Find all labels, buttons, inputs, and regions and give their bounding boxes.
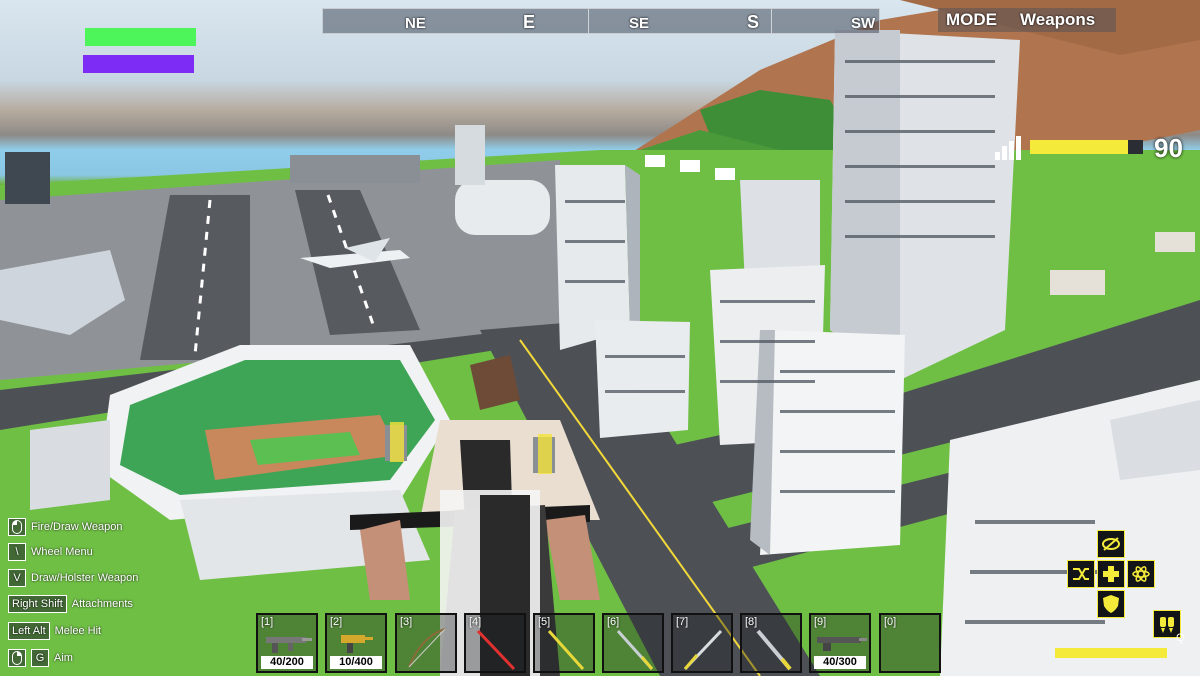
control-label: Draw/Holster Weapon — [31, 572, 139, 584]
hotbar-slot-3[interactable]: [3] — [395, 613, 457, 673]
slot-ammo: 10/400 — [330, 656, 382, 669]
mode-value: Weapons — [1020, 10, 1096, 29]
tower — [455, 125, 485, 185]
game-viewport[interactable]: NE E SE S SW MODE Weapons 90 Fire/Draw W… — [0, 0, 1200, 676]
hotbar-slot-5[interactable]: [5] — [533, 613, 595, 673]
mouse-right-icon — [8, 649, 26, 667]
control-label: Fire/Draw Weapon — [31, 521, 123, 533]
g-key: G — [31, 649, 49, 667]
hide-eye-button[interactable] — [1097, 530, 1125, 558]
hotbar-slot-0[interactable]: [0] — [879, 613, 941, 673]
yellow-sword-icon — [547, 629, 585, 671]
compass-marker: SE — [629, 15, 650, 32]
shield-button[interactable] — [1097, 590, 1125, 618]
control-hint-attachments: Right Shift Attachments — [8, 594, 133, 614]
hotbar-slot-6[interactable]: [6] — [602, 613, 664, 673]
right-shift-key: Right Shift — [8, 595, 67, 613]
assault-rifle-icon — [266, 637, 312, 653]
left-alt-key: Left Alt — [8, 622, 50, 640]
eye-slash-icon — [1102, 537, 1120, 551]
plus-icon — [1103, 566, 1119, 582]
energy-button[interactable] — [1127, 560, 1155, 588]
compass-bar: NE E SE S SW — [322, 8, 880, 34]
backslash-key: \ — [8, 543, 26, 561]
ammo-count: 90 — [1154, 133, 1183, 163]
q-key-label: Q — [1176, 632, 1185, 644]
hotbar-slot-4[interactable]: [4] — [464, 613, 526, 673]
highrise — [760, 330, 905, 555]
hotbar-slot-2[interactable]: [2] 10/400 — [325, 613, 387, 673]
control-hint-draw: V Draw/Holster Weapon — [8, 568, 138, 588]
health-bar — [85, 28, 196, 46]
long-sword-icon — [616, 629, 654, 671]
yellow-katana-icon — [683, 629, 723, 671]
hotbar-slot-1[interactable]: [1] 40/200 — [256, 613, 318, 673]
machete-icon — [756, 629, 792, 671]
atom-icon — [1132, 566, 1150, 582]
mouse-left-icon — [8, 518, 26, 536]
compass-marker: SW — [851, 15, 876, 32]
slot-ammo: 40/200 — [261, 656, 313, 669]
rifle-icon — [817, 637, 867, 651]
stamina-bar — [83, 55, 194, 73]
city-scene — [0, 0, 1200, 676]
signal-icon — [995, 136, 1021, 160]
heal-button[interactable] — [1097, 560, 1125, 588]
fuel-bar — [1055, 648, 1167, 658]
shuffle-icon — [1073, 568, 1089, 580]
bow-icon — [408, 628, 446, 668]
hotbar-slot-7[interactable]: [7] — [671, 613, 733, 673]
control-label: Wheel Menu — [31, 546, 93, 558]
shuffle-button[interactable] — [1067, 560, 1095, 588]
mode-indicator: MODE Weapons — [938, 8, 1116, 32]
control-hint-wheel: \ Wheel Menu — [8, 542, 93, 562]
smg-gold-icon — [341, 635, 373, 653]
control-label: Melee Hit — [54, 625, 102, 637]
v-key: V — [8, 569, 26, 587]
compass-marker: E — [523, 12, 536, 32]
jetpack-icon — [1160, 617, 1174, 633]
compass-marker: NE — [405, 15, 426, 32]
control-hint-melee: Left Alt Melee Hit — [8, 621, 101, 641]
hangar — [455, 180, 550, 235]
control-hint-fire: Fire/Draw Weapon — [8, 517, 123, 537]
control-label: Attachments — [71, 598, 133, 610]
control-label: Aim — [54, 652, 73, 664]
ammo-bar — [1030, 140, 1143, 154]
shield-icon — [1103, 595, 1119, 613]
compass-marker: S — [747, 12, 760, 32]
red-katana-icon — [476, 629, 516, 671]
slot-ammo: 40/300 — [814, 656, 866, 669]
control-hint-aim: G Aim — [8, 648, 73, 668]
hotbar-slot-9[interactable]: [9] 40/300 — [809, 613, 871, 673]
hotbar-slot-8[interactable]: [8] — [740, 613, 802, 673]
mode-label: MODE — [946, 10, 997, 29]
ammo-bar-fill — [1030, 140, 1129, 154]
